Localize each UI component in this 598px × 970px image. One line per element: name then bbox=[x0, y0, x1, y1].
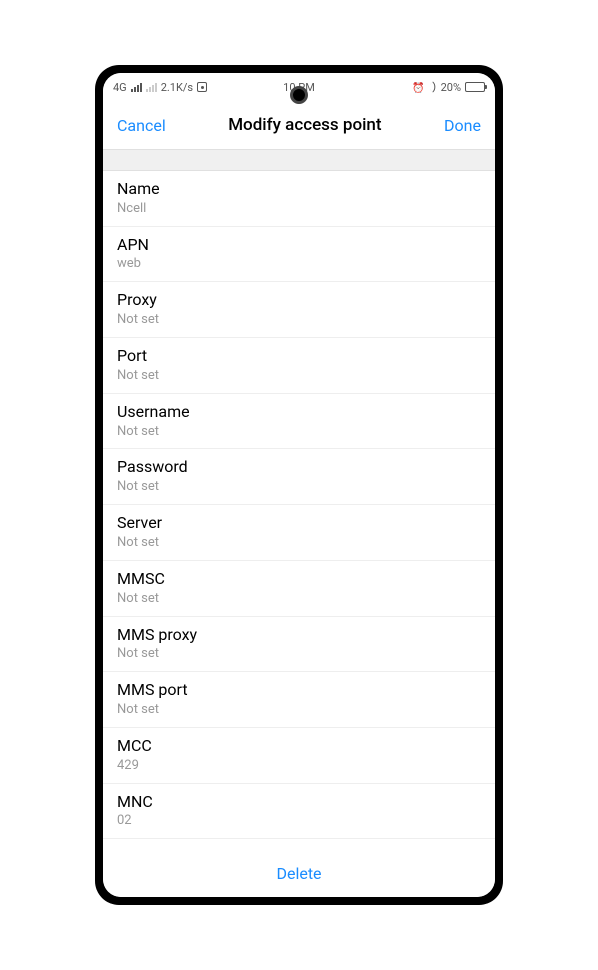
field-label: MNC bbox=[117, 792, 481, 813]
signal-secondary-icon bbox=[146, 82, 157, 92]
battery-percentage: 20% bbox=[441, 81, 461, 94]
field-value: 02 bbox=[117, 813, 481, 830]
field-server[interactable]: Server Not set bbox=[103, 505, 495, 561]
field-proxy[interactable]: Proxy Not set bbox=[103, 282, 495, 338]
network-type: 4G bbox=[113, 81, 127, 94]
field-label: MMS port bbox=[117, 680, 481, 701]
field-label: Port bbox=[117, 346, 481, 367]
field-label: MMSC bbox=[117, 569, 481, 590]
field-value: Not set bbox=[117, 535, 481, 552]
camera-cutout bbox=[290, 86, 308, 104]
status-right: 20% bbox=[412, 81, 485, 94]
field-value: 429 bbox=[117, 758, 481, 775]
phone-screen: 4G 2.1K/s 10 PM 20% Cancel Modify access… bbox=[103, 73, 495, 897]
alarm-icon bbox=[412, 81, 424, 94]
nav-bar: Cancel Modify access point Done bbox=[103, 101, 495, 149]
field-label: MMS proxy bbox=[117, 625, 481, 646]
apn-field-list[interactable]: Name Ncell APN web Proxy Not set Port No… bbox=[103, 171, 495, 852]
field-mms-proxy[interactable]: MMS proxy Not set bbox=[103, 617, 495, 673]
camera-icon bbox=[197, 82, 207, 92]
field-label: APN bbox=[117, 235, 481, 256]
field-label: Server bbox=[117, 513, 481, 534]
field-value: Not set bbox=[117, 591, 481, 608]
battery-icon bbox=[465, 82, 485, 92]
field-label: Proxy bbox=[117, 290, 481, 311]
field-value: Not set bbox=[117, 702, 481, 719]
signal-icon bbox=[131, 82, 142, 92]
wifi-icon bbox=[427, 81, 438, 92]
field-value: web bbox=[117, 256, 481, 273]
field-value: Not set bbox=[117, 646, 481, 663]
field-value: Not set bbox=[117, 479, 481, 496]
data-speed: 2.1K/s bbox=[161, 81, 193, 94]
field-mms-port[interactable]: MMS port Not set bbox=[103, 672, 495, 728]
field-label: MCC bbox=[117, 736, 481, 757]
field-name[interactable]: Name Ncell bbox=[103, 171, 495, 227]
field-port[interactable]: Port Not set bbox=[103, 338, 495, 394]
delete-button[interactable]: Delete bbox=[103, 852, 495, 897]
field-value: Not set bbox=[117, 368, 481, 385]
field-username[interactable]: Username Not set bbox=[103, 394, 495, 450]
field-label: Name bbox=[117, 179, 481, 200]
field-label: Password bbox=[117, 457, 481, 478]
section-separator bbox=[103, 149, 495, 171]
field-password[interactable]: Password Not set bbox=[103, 449, 495, 505]
field-value: Not set bbox=[117, 312, 481, 329]
field-mcc[interactable]: MCC 429 bbox=[103, 728, 495, 784]
cancel-button[interactable]: Cancel bbox=[117, 116, 166, 135]
phone-frame: 4G 2.1K/s 10 PM 20% Cancel Modify access… bbox=[95, 65, 503, 905]
done-button[interactable]: Done bbox=[444, 116, 481, 135]
field-mnc[interactable]: MNC 02 bbox=[103, 784, 495, 840]
field-apn[interactable]: APN web bbox=[103, 227, 495, 283]
page-title: Modify access point bbox=[228, 115, 381, 135]
field-mmsc[interactable]: MMSC Not set bbox=[103, 561, 495, 617]
field-label: Username bbox=[117, 402, 481, 423]
field-value: Ncell bbox=[117, 201, 481, 218]
field-value: Not set bbox=[117, 424, 481, 441]
status-left: 4G 2.1K/s bbox=[113, 81, 207, 94]
